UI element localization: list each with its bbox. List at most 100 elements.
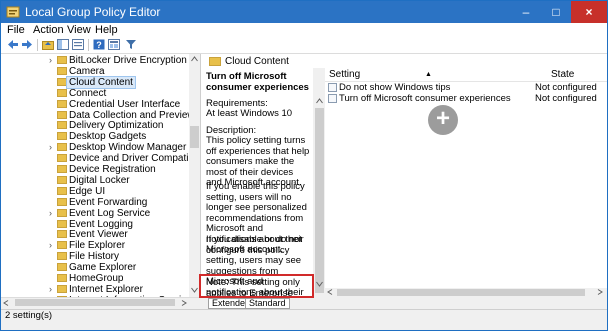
scroll-up-arrow-icon[interactable] — [316, 98, 323, 104]
folder-icon — [57, 165, 67, 173]
list-hscroll-thumb[interactable] — [337, 289, 585, 296]
minimize-button[interactable]: – — [511, 1, 541, 23]
tree-hscroll-thumb[interactable] — [15, 299, 175, 306]
folder-icon — [57, 121, 67, 130]
scroll-left-arrow-icon[interactable] — [3, 300, 9, 306]
tree-item[interactable]: Desktop Gadgets — [1, 131, 189, 142]
tree-item-label: Internet Explorer — [69, 283, 143, 295]
policy-setting-icon — [328, 94, 337, 103]
tree-item[interactable]: Event Logging — [1, 219, 189, 230]
folder-icon — [57, 154, 67, 163]
menu-view[interactable]: View — [67, 24, 91, 36]
scroll-down-arrow-icon[interactable] — [191, 287, 198, 293]
status-text: 2 setting(s) — [5, 310, 52, 321]
properties-icon[interactable] — [108, 39, 120, 50]
tree-item[interactable]: Device and Driver Compatibility — [1, 153, 200, 164]
toolbar: ? — [1, 37, 607, 54]
menu-file[interactable]: File — [7, 24, 25, 36]
tree-item-label: File History — [69, 251, 120, 263]
folder-icon — [57, 132, 67, 141]
tree-item-label: Camera — [69, 65, 105, 77]
scroll-down-arrow-icon[interactable] — [316, 281, 323, 287]
svg-text:?: ? — [96, 40, 102, 50]
tree-item[interactable]: Delivery Optimization — [1, 120, 189, 131]
menu-action[interactable]: Action — [33, 24, 64, 36]
show-hide-tree-icon[interactable] — [57, 39, 69, 50]
tree-item[interactable]: › File Explorer — [1, 240, 189, 251]
tree-item[interactable]: Game Explorer — [1, 262, 189, 273]
tree-horizontal-scrollbar[interactable] — [1, 297, 200, 308]
tree-item[interactable]: Camera — [1, 66, 189, 77]
forward-icon[interactable] — [21, 39, 33, 50]
folder-icon — [57, 56, 67, 64]
tree-item[interactable]: › Event Log Service — [1, 208, 189, 219]
folder-icon — [57, 186, 67, 195]
navigation-tree: › BitLocker Drive Encryption Camera Cloud C… — [1, 54, 201, 297]
expand-chevron-icon[interactable]: › — [49, 55, 57, 66]
scroll-up-arrow-icon[interactable] — [191, 56, 198, 62]
list-view-icon[interactable] — [72, 39, 84, 50]
tree-vertical-scrollbar[interactable] — [189, 54, 200, 297]
description-scrollbar[interactable] — [314, 68, 325, 297]
window: Local Group Policy Editor – □ × File Act… — [0, 0, 608, 331]
tree-item[interactable]: Cloud Content — [1, 75, 189, 89]
tree-item[interactable]: Data Collection and Preview Builds — [1, 110, 200, 121]
folder-icon — [57, 219, 67, 228]
tree-item-label: Delivery Optimization — [69, 120, 164, 132]
tree-item[interactable]: Event Forwarding — [1, 197, 189, 208]
folder-icon — [209, 57, 221, 66]
filter-icon[interactable] — [125, 39, 137, 50]
tree-item-label: HomeGroup — [69, 273, 124, 284]
expand-chevron-icon[interactable]: › — [49, 240, 57, 251]
close-button[interactable]: × — [571, 1, 607, 23]
tree-item[interactable]: HomeGroup — [1, 273, 189, 284]
tree-item[interactable]: Connect — [1, 88, 189, 99]
column-state[interactable]: State — [551, 68, 574, 81]
tree-item[interactable]: File History — [1, 251, 189, 262]
expand-chevron-icon[interactable]: › — [49, 284, 57, 295]
tree-scroll-thumb[interactable] — [190, 126, 199, 148]
up-folder-icon[interactable] — [42, 39, 54, 50]
list-item[interactable]: Turn off Microsoft consumer experiences … — [325, 93, 607, 104]
folder-icon — [57, 175, 67, 184]
list-item[interactable]: Do not show Windows tips Not configured — [325, 82, 607, 93]
expand-chevron-icon[interactable]: › — [49, 208, 57, 219]
scroll-right-arrow-icon[interactable] — [181, 300, 187, 306]
sort-ascending-icon: ▲ — [425, 71, 432, 78]
folder-icon — [57, 197, 67, 206]
tab-standard[interactable]: Standard — [245, 298, 290, 309]
tree-item-label: Cloud Content — [66, 75, 136, 89]
tree-item-label: Device Registration — [69, 164, 156, 175]
folder-icon — [57, 274, 67, 282]
tree-item[interactable]: Credential User Interface — [1, 99, 189, 110]
tree-item[interactable]: › Desktop Window Manager — [1, 142, 189, 153]
tree-item[interactable]: Event Viewer — [1, 229, 189, 240]
title-bar[interactable]: Local Group Policy Editor – □ × — [1, 1, 607, 23]
tree-item-label: Game Explorer — [69, 262, 137, 274]
scroll-right-arrow-icon[interactable] — [597, 289, 603, 295]
scroll-left-arrow-icon[interactable] — [327, 289, 333, 295]
list-horizontal-scrollbar[interactable] — [325, 288, 607, 297]
tree-item-label: Data Collection and Preview Builds — [69, 109, 200, 121]
description-scroll-thumb[interactable] — [315, 108, 324, 293]
menu-help[interactable]: Help — [95, 24, 118, 36]
tree-item[interactable]: › Internet Explorer — [1, 284, 189, 295]
folder-icon — [57, 284, 67, 293]
column-setting[interactable]: Setting — [329, 68, 360, 81]
toolbar-separator — [37, 39, 38, 51]
help-icon[interactable]: ? — [93, 39, 105, 50]
status-bar: 2 setting(s) — [1, 309, 607, 322]
view-tabs: Extended Standard — [201, 298, 607, 309]
tree-item-label: Connect — [69, 87, 107, 99]
tree-item-label: Credential User Interface — [69, 98, 181, 110]
tree-item-label: Device and Driver Compatibility — [69, 153, 201, 165]
tree-item[interactable]: Edge UI — [1, 186, 189, 197]
tree-item[interactable]: Digital Locker — [1, 175, 189, 186]
expand-chevron-icon[interactable]: › — [49, 142, 57, 153]
tree-item[interactable]: › BitLocker Drive Encryption — [1, 55, 189, 66]
tree-item[interactable]: Device Registration — [1, 164, 189, 175]
panel-header: Cloud Content — [201, 54, 607, 68]
folder-icon — [57, 77, 67, 86]
maximize-button[interactable]: □ — [541, 1, 571, 23]
back-icon[interactable] — [7, 39, 19, 50]
